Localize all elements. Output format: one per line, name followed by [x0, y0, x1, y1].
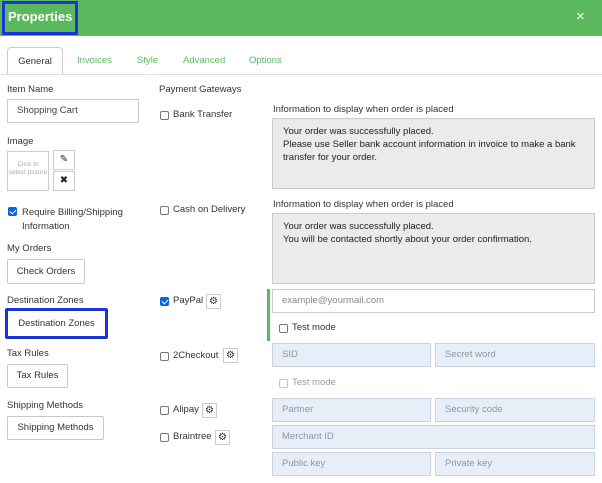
2checkout-label: 2Checkout [173, 350, 219, 361]
bank-transfer-checkbox[interactable] [160, 111, 169, 120]
sid-input[interactable]: SID [272, 343, 431, 367]
dialog-title: Properties [8, 9, 73, 24]
require-billing-label: Require Billing/Shipping Information [22, 207, 123, 232]
close-icon[interactable]: × [576, 8, 585, 26]
cod-info-label: Information to display when order is pla… [273, 199, 454, 210]
private-key-input[interactable]: Private key [435, 452, 595, 476]
shipping-methods-label: Shipping Methods [7, 400, 84, 411]
braintree-checkbox[interactable] [160, 433, 169, 442]
secret-word-input[interactable]: Secret word [435, 343, 595, 367]
paypal-label: PayPal [173, 295, 204, 306]
alipay-settings-button[interactable]: ⚙ [202, 403, 217, 418]
tab-options[interactable]: Options [249, 47, 282, 75]
destination-zones-label: Destination Zones [7, 295, 84, 306]
close-icon: ✖ [59, 175, 69, 186]
payment-gateways-title: Payment Gateways [159, 84, 242, 95]
item-name-input[interactable]: Shopping Cart [7, 99, 139, 123]
cash-on-delivery-label: Cash on Delivery [173, 204, 246, 215]
bank-transfer-label: Bank Transfer [173, 109, 233, 120]
image-label: Image [7, 136, 34, 147]
tax-rules-label: Tax Rules [7, 348, 49, 359]
tab-bar: General Invoices Style Advanced Options [0, 47, 602, 75]
paypal-email-input[interactable]: example@yourmail.com [272, 289, 595, 313]
destination-zones-button[interactable]: Destination Zones [5, 308, 108, 339]
paypal-test-mode-checkbox[interactable] [279, 324, 288, 333]
tab-style[interactable]: Style [137, 47, 158, 75]
2checkout-test-mode-label: Test mode [292, 377, 336, 388]
security-code-input[interactable]: Security code [435, 398, 595, 422]
cod-info-textarea[interactable]: Your order was successfully placed. You … [272, 213, 595, 284]
partner-input[interactable]: Partner [272, 398, 431, 422]
2checkout-test-mode-checkbox[interactable] [279, 379, 288, 388]
shipping-methods-button[interactable]: Shipping Methods [7, 416, 104, 440]
tab-advanced[interactable]: Advanced [183, 47, 225, 75]
gear-icon: ⚙ [209, 296, 218, 307]
tabs-divider [0, 74, 602, 75]
2checkout-checkbox[interactable] [160, 352, 169, 361]
require-billing-checkbox[interactable] [8, 207, 17, 216]
check-orders-button[interactable]: Check Orders [7, 259, 85, 284]
paypal-email-placeholder: example@yourmail.com [282, 295, 385, 306]
paypal-settings-button[interactable]: ⚙ [206, 294, 221, 309]
merchant-id-input[interactable]: Merchant ID [272, 425, 595, 449]
braintree-label: Braintree [173, 431, 212, 442]
public-key-input[interactable]: Public key [272, 452, 431, 476]
gear-icon: ⚙ [205, 405, 214, 416]
tax-rules-button[interactable]: Tax Rules [7, 364, 68, 388]
paypal-test-mode-label: Test mode [292, 322, 336, 333]
paypal-checkbox[interactable] [160, 297, 169, 306]
alipay-checkbox[interactable] [160, 406, 169, 415]
item-name-label: Item Name [7, 84, 54, 95]
gear-icon: ⚙ [218, 432, 227, 443]
bank-info-label: Information to display when order is pla… [273, 104, 454, 115]
image-picker[interactable]: Click to select picture [7, 151, 49, 191]
gear-icon: ⚙ [226, 350, 235, 361]
tab-general[interactable]: General [7, 47, 63, 75]
remove-image-button[interactable]: ✖ [53, 171, 75, 191]
alipay-label: Alipay [173, 404, 199, 415]
bank-info-textarea[interactable]: Your order was successfully placed. Plea… [272, 118, 595, 189]
tab-invoices[interactable]: Invoices [77, 47, 112, 75]
my-orders-label: My Orders [7, 243, 52, 254]
dialog-header: Properties × [0, 0, 602, 36]
pencil-icon: ✎ [59, 154, 69, 165]
paypal-active-indicator [267, 289, 270, 341]
2checkout-settings-button[interactable]: ⚙ [223, 348, 238, 363]
braintree-settings-button[interactable]: ⚙ [215, 430, 230, 445]
edit-image-button[interactable]: ✎ [53, 150, 75, 170]
cash-on-delivery-checkbox[interactable] [160, 206, 169, 215]
